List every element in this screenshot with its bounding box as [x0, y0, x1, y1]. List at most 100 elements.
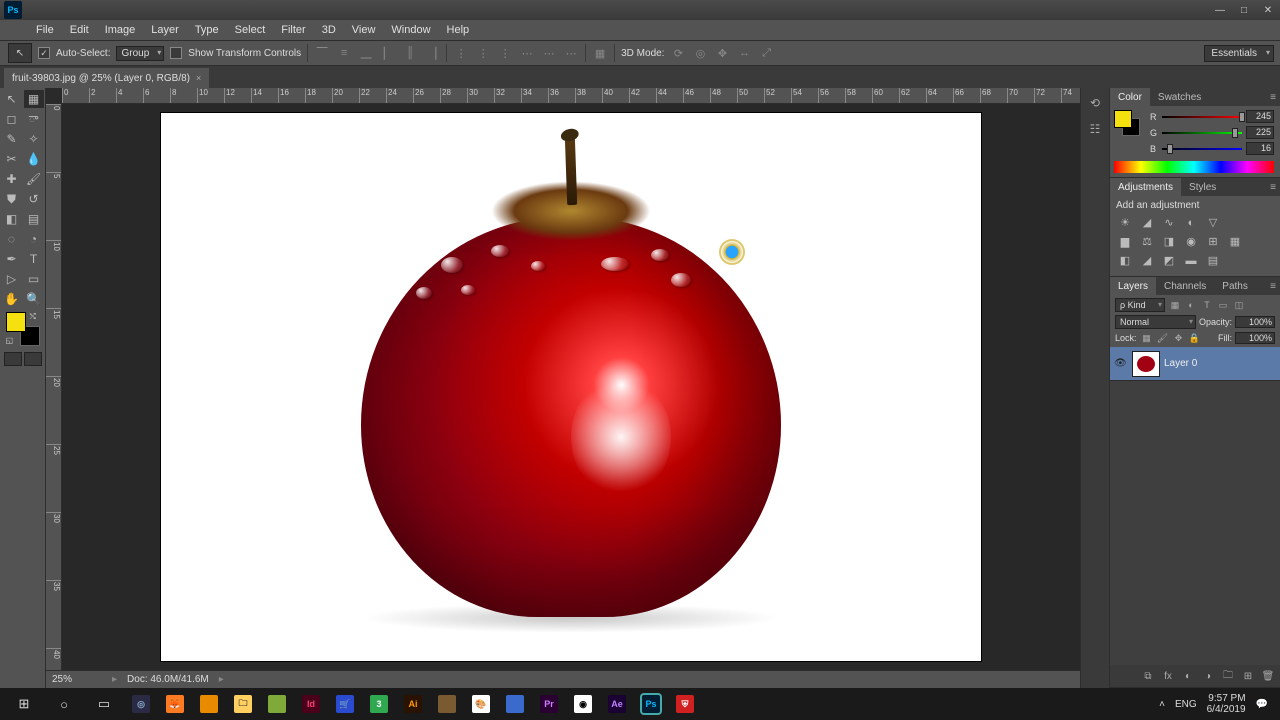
hue-adjustment-icon[interactable]: ▆: [1116, 234, 1134, 249]
curves-adjustment-icon[interactable]: ∿: [1160, 215, 1178, 230]
maximize-button[interactable]: □: [1232, 1, 1256, 19]
threshold-adjustment-icon[interactable]: ◩: [1160, 253, 1178, 268]
3d-zoom-icon[interactable]: ⤢: [758, 45, 774, 61]
new-layer-icon[interactable]: ⊞: [1240, 669, 1256, 683]
foreground-background-colors[interactable]: ⤭ ◱: [6, 312, 40, 346]
filter-pixel-icon[interactable]: ▦: [1168, 299, 1182, 311]
eyedropper-tool[interactable]: 💧: [24, 150, 44, 168]
slider-value[interactable]: 245: [1246, 110, 1274, 123]
taskbar-app[interactable]: [506, 695, 524, 713]
lasso-tool[interactable]: ా: [24, 110, 44, 128]
distribute-hcenter-icon[interactable]: ⋯: [541, 45, 557, 61]
blur-tool[interactable]: ◌: [2, 230, 22, 248]
taskbar-indesign[interactable]: Id: [302, 695, 320, 713]
exposure-adjustment-icon[interactable]: ◐: [1182, 215, 1200, 230]
taskbar-app[interactable]: 3: [370, 695, 388, 713]
adjustment-layer-icon[interactable]: ◑: [1200, 669, 1216, 683]
color-lookup-adjustment-icon[interactable]: ▦: [1226, 234, 1244, 249]
layer-name[interactable]: Layer 0: [1164, 358, 1197, 369]
tray-chevron-icon[interactable]: ˄: [1159, 699, 1165, 710]
menu-edit[interactable]: Edit: [62, 24, 97, 36]
taskbar-aftereffects[interactable]: Ae: [608, 695, 626, 713]
link-layers-icon[interactable]: ⧉: [1140, 669, 1156, 683]
align-left-icon[interactable]: ▏: [380, 45, 396, 61]
close-button[interactable]: ✕: [1256, 1, 1280, 19]
zoom-flyout-icon[interactable]: ▸: [112, 674, 117, 685]
layer-list[interactable]: 👁 Layer 0: [1110, 347, 1280, 665]
path-select-tool[interactable]: ▷: [2, 270, 22, 288]
system-clock[interactable]: 9:57 PM 6/4/2019: [1207, 693, 1246, 715]
3d-roll-icon[interactable]: ◎: [692, 45, 708, 61]
menu-layer[interactable]: Layer: [143, 24, 187, 36]
hand-tool[interactable]: ✋: [2, 290, 22, 308]
levels-adjustment-icon[interactable]: ◢: [1138, 215, 1156, 230]
shape-tool[interactable]: ▭: [24, 270, 44, 288]
delete-layer-icon[interactable]: 🗑: [1260, 669, 1276, 683]
task-view-button[interactable]: ▭: [84, 690, 124, 718]
color-slider[interactable]: [1162, 129, 1242, 137]
color-tab[interactable]: Color: [1110, 88, 1150, 106]
slider-value[interactable]: 225: [1246, 126, 1274, 139]
magic-wand-tool[interactable]: ✧: [24, 130, 44, 148]
3d-slide-icon[interactable]: ↔: [736, 45, 752, 61]
foreground-color-swatch[interactable]: [6, 312, 26, 332]
taskbar-chrome[interactable]: ◉: [574, 695, 592, 713]
lock-position-icon[interactable]: ✥: [1172, 332, 1186, 344]
distribute-top-icon[interactable]: ⋮: [453, 45, 469, 61]
taskbar-app[interactable]: ◎: [132, 695, 150, 713]
3d-orbit-icon[interactable]: ⟳: [670, 45, 686, 61]
layer-group-icon[interactable]: 🗀: [1220, 669, 1236, 683]
pen-tool[interactable]: ✒: [2, 250, 22, 268]
document-info[interactable]: Doc: 46.0M/41.6M: [127, 674, 209, 685]
workspace-switcher[interactable]: Essentials: [1204, 45, 1274, 62]
blend-mode-dropdown[interactable]: Normal: [1115, 315, 1196, 329]
taskbar-app[interactable]: 🎨: [472, 695, 490, 713]
menu-type[interactable]: Type: [187, 24, 227, 36]
lock-pixels-icon[interactable]: 🖌: [1156, 332, 1170, 344]
layer-item[interactable]: 👁 Layer 0: [1110, 347, 1280, 381]
filter-type-icon[interactable]: T: [1200, 299, 1214, 311]
posterize-adjustment-icon[interactable]: ◢: [1138, 253, 1156, 268]
align-top-icon[interactable]: ⎺: [314, 45, 330, 61]
menu-view[interactable]: View: [344, 24, 384, 36]
menu-filter[interactable]: Filter: [273, 24, 313, 36]
fill-value[interactable]: 100%: [1235, 332, 1275, 344]
filter-smart-icon[interactable]: ◫: [1232, 299, 1246, 311]
spot-heal-tool[interactable]: ✚: [2, 170, 22, 188]
layer-filter-kind[interactable]: ρ Kind: [1115, 298, 1165, 312]
color-slider[interactable]: [1162, 145, 1242, 153]
document-tab[interactable]: fruit-39803.jpg @ 25% (Layer 0, RGB/8) ×: [4, 68, 209, 88]
paths-tab[interactable]: Paths: [1214, 277, 1256, 295]
eraser-tool[interactable]: ◧: [2, 210, 22, 228]
opacity-value[interactable]: 100%: [1235, 316, 1275, 328]
styles-tab[interactable]: Styles: [1181, 178, 1224, 196]
notifications-icon[interactable]: 💬: [1256, 699, 1268, 710]
auto-align-icon[interactable]: ▦: [592, 45, 608, 61]
canvas-area[interactable]: [62, 104, 1080, 670]
channels-tab[interactable]: Channels: [1156, 277, 1214, 295]
doc-info-flyout-icon[interactable]: ▸: [219, 674, 224, 685]
photo-filter-adjustment-icon[interactable]: ◉: [1182, 234, 1200, 249]
color-balance-adjustment-icon[interactable]: ⚖: [1138, 234, 1156, 249]
properties-panel-icon[interactable]: ☷: [1085, 120, 1105, 138]
quick-mask-toggle[interactable]: [4, 352, 22, 366]
type-tool[interactable]: T: [24, 250, 44, 268]
taskbar-firefox[interactable]: 🦊: [166, 695, 184, 713]
bw-adjustment-icon[interactable]: ◨: [1160, 234, 1178, 249]
menu-help[interactable]: Help: [439, 24, 478, 36]
taskbar-app[interactable]: ⛨: [676, 695, 694, 713]
clone-stamp-tool[interactable]: ⛊: [2, 190, 22, 208]
brightness-adjustment-icon[interactable]: ☀: [1116, 215, 1134, 230]
crop-tool[interactable]: ✂: [2, 150, 22, 168]
layer-style-icon[interactable]: fx: [1160, 669, 1176, 683]
taskbar-illustrator[interactable]: Ai: [404, 695, 422, 713]
taskbar-app[interactable]: 🛒: [336, 695, 354, 713]
filter-shape-icon[interactable]: ▭: [1216, 299, 1230, 311]
show-transform-checkbox[interactable]: [170, 47, 182, 59]
panel-menu-icon[interactable]: ≡: [1266, 178, 1280, 196]
channel-mixer-adjustment-icon[interactable]: ⊞: [1204, 234, 1222, 249]
distribute-vcenter-icon[interactable]: ⋮: [475, 45, 491, 61]
taskbar-file-explorer[interactable]: 🗀: [234, 695, 252, 713]
history-panel-icon[interactable]: ⟲: [1085, 94, 1105, 112]
3d-pan-icon[interactable]: ✥: [714, 45, 730, 61]
